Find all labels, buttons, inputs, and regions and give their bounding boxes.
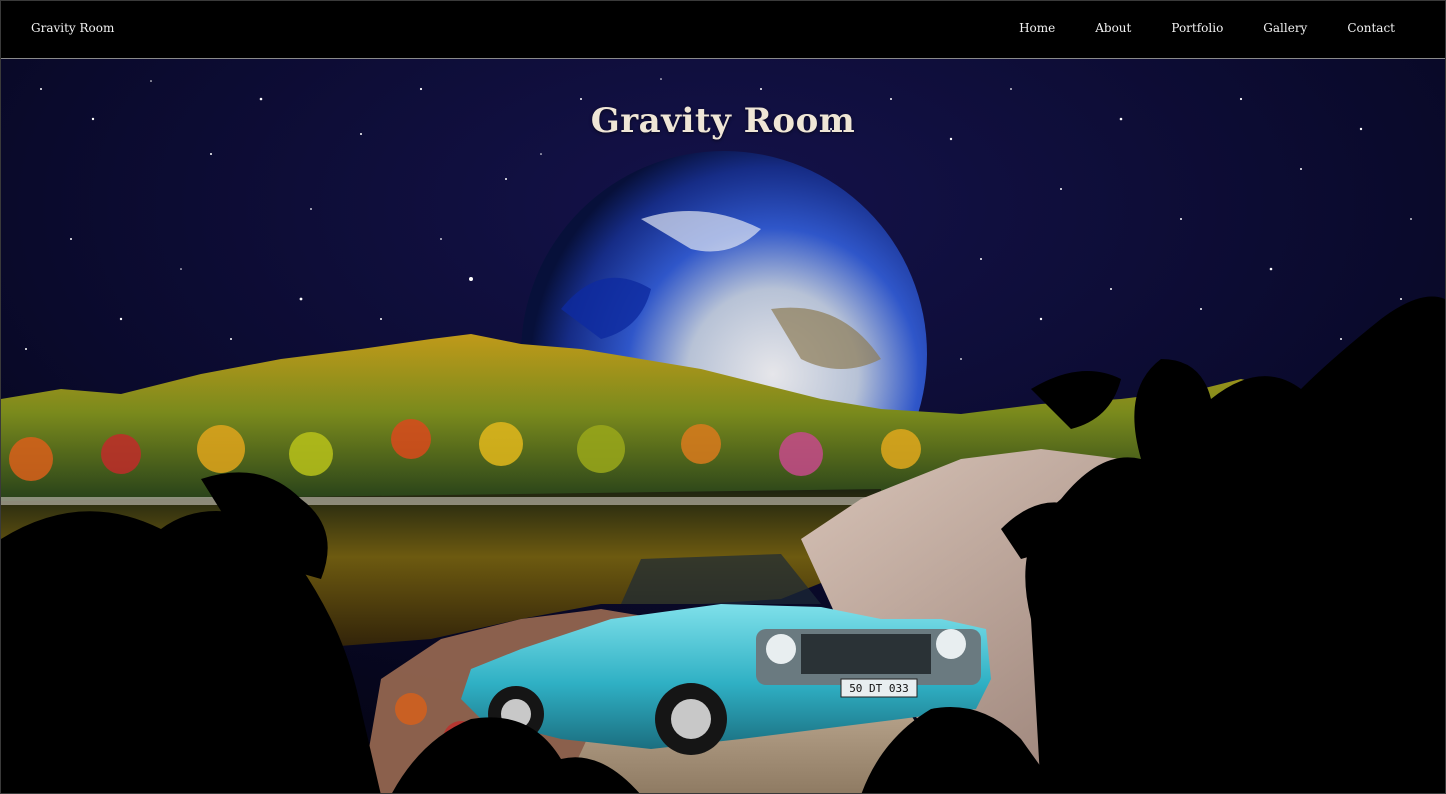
nav-links: Home About Portfolio Gallery Contact xyxy=(979,21,1395,35)
hero-title: Gravity Room xyxy=(590,101,856,141)
nav-link-home[interactable]: Home xyxy=(1019,21,1055,35)
hero-collage-image: 50 DT 033 xyxy=(1,59,1445,793)
page-frame: Gravity Room Home About Portfolio Galler… xyxy=(0,0,1446,794)
nav-link-about[interactable]: About xyxy=(1095,21,1131,35)
nav-link-contact[interactable]: Contact xyxy=(1347,21,1395,35)
hero-section: Gravity Room 50 DT 033 xyxy=(1,59,1445,793)
license-plate: 50 DT 033 xyxy=(849,682,909,695)
nav-link-gallery[interactable]: Gallery xyxy=(1263,21,1307,35)
navbar: Gravity Room Home About Portfolio Galler… xyxy=(1,1,1445,59)
nav-link-portfolio[interactable]: Portfolio xyxy=(1171,21,1223,35)
brand-link[interactable]: Gravity Room xyxy=(31,21,114,35)
